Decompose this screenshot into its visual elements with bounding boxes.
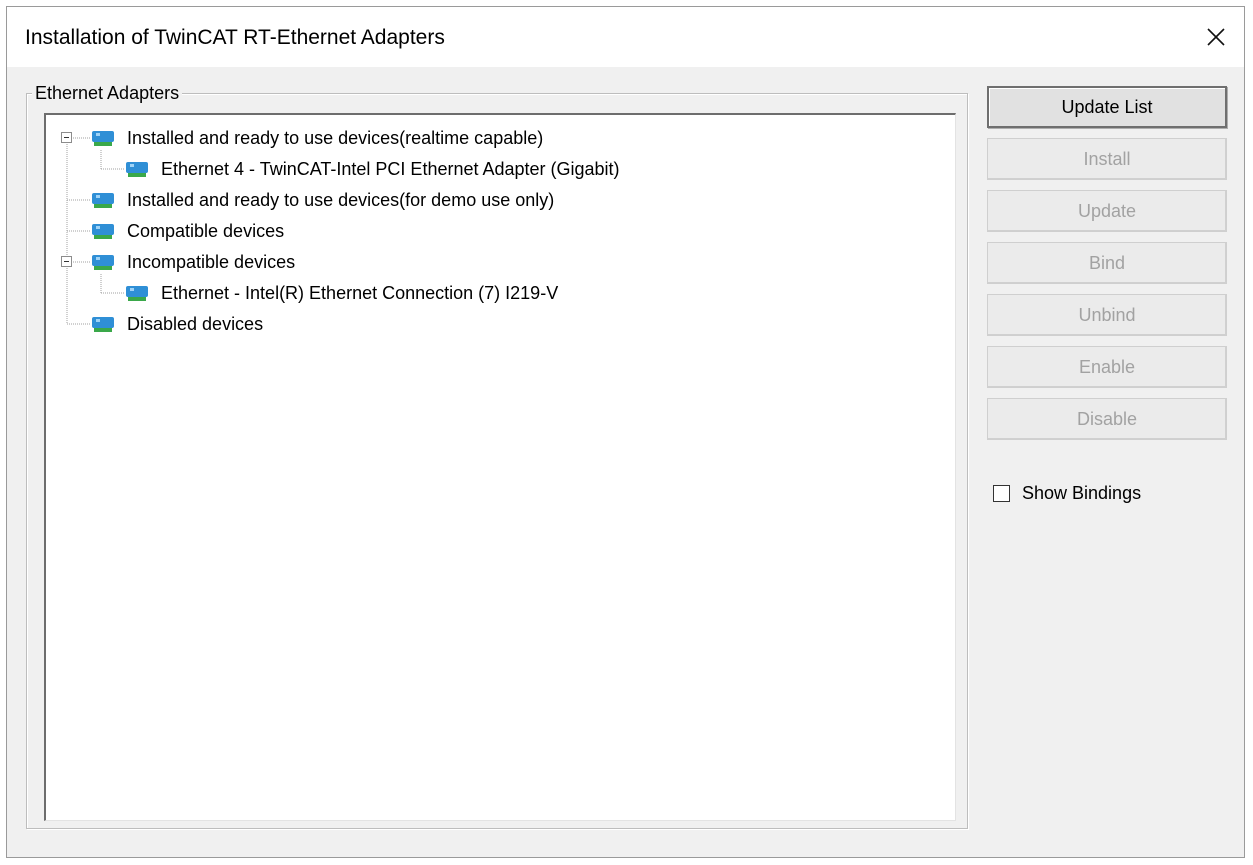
tree-node-incompatible[interactable]: Incompatible devices — [90, 249, 297, 275]
show-bindings-label: Show Bindings — [1022, 483, 1142, 503]
window-title: Installation of TwinCAT RT-Ethernet Adap… — [25, 26, 445, 49]
tree-node-label: Installed and ready to use devices(realt… — [127, 127, 544, 148]
enable-button[interactable]: Enable — [987, 346, 1227, 388]
tree-node-demo-use[interactable]: Installed and ready to use devices(for d… — [90, 187, 556, 213]
bind-button[interactable]: Bind — [987, 242, 1227, 284]
network-adapter-icon — [92, 255, 114, 270]
collapse-toggle-realtime[interactable] — [61, 132, 72, 143]
disable-button[interactable]: Disable — [987, 398, 1227, 440]
network-adapter-icon — [126, 286, 148, 301]
title-bar[interactable]: Installation of TwinCAT RT-Ethernet Adap… — [7, 7, 1244, 67]
group-label: Ethernet Adapters — [32, 83, 183, 104]
tree-node-disabled[interactable]: Disabled devices — [90, 311, 265, 337]
tree-node-label: Ethernet 4 - TwinCAT-Intel PCI Ethernet … — [161, 158, 620, 179]
adapter-tree-view[interactable]: Installed and ready to use devices(realt… — [44, 113, 956, 821]
tree-node-label: Incompatible devices — [127, 251, 296, 272]
network-adapter-icon — [92, 193, 114, 208]
close-button[interactable] — [1188, 7, 1244, 67]
install-button[interactable]: Install — [987, 138, 1227, 180]
tree-node-realtime-capable[interactable]: Installed and ready to use devices(realt… — [90, 125, 545, 151]
close-icon — [1207, 28, 1225, 46]
network-adapter-icon — [92, 131, 114, 146]
tree-node-label: Installed and ready to use devices(for d… — [127, 189, 555, 210]
tree-node-intel-i219[interactable]: Ethernet - Intel(R) Ethernet Connection … — [124, 280, 560, 306]
show-bindings-checkbox[interactable]: Show Bindings — [993, 483, 1141, 504]
tree-node-label: Disabled devices — [127, 313, 264, 334]
unbind-button[interactable]: Unbind — [987, 294, 1227, 336]
tree-node-compatible[interactable]: Compatible devices — [90, 218, 286, 244]
update-list-button[interactable]: Update List — [987, 86, 1227, 128]
checkbox-box[interactable] — [993, 485, 1010, 502]
collapse-toggle-incompatible[interactable] — [61, 256, 72, 267]
tree-node-ethernet-4[interactable]: Ethernet 4 - TwinCAT-Intel PCI Ethernet … — [124, 156, 622, 182]
tree-node-label: Ethernet - Intel(R) Ethernet Connection … — [161, 282, 559, 303]
update-button[interactable]: Update — [987, 190, 1227, 232]
network-adapter-icon — [92, 317, 114, 332]
network-adapter-icon — [92, 224, 114, 239]
network-adapter-icon — [126, 162, 148, 177]
tree-node-label: Compatible devices — [127, 220, 285, 241]
